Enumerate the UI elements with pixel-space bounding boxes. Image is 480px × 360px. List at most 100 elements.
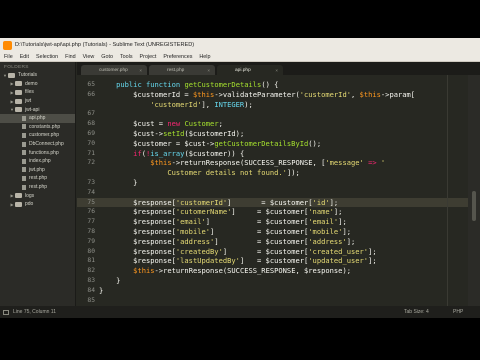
code-token: 'address' xyxy=(308,236,347,246)
code-token: 'message' xyxy=(325,158,364,168)
code-line[interactable]: $response['address'] = $customer['addres… xyxy=(99,237,355,247)
sidebar-file[interactable]: rest.php xyxy=(0,174,75,183)
code-editor[interactable]: 65 66 67 68 69 70 71 72 73 74 75 76 77 78 79 80 81 82 83 84… xyxy=(77,75,468,306)
menu-selection[interactable]: Selection xyxy=(36,54,58,60)
editor-tab[interactable]: api.php × xyxy=(217,65,283,75)
close-icon[interactable]: × xyxy=(139,68,142,73)
code-token: } xyxy=(99,285,104,295)
menu-edit[interactable]: Edit xyxy=(20,54,29,60)
file-icon xyxy=(22,115,26,121)
sidebar-folder[interactable]: ▼ jwt-api xyxy=(0,105,75,114)
menu-tools[interactable]: Tools xyxy=(120,54,133,60)
vertical-scrollbar[interactable] xyxy=(468,75,480,306)
sidebar-item-label: api.php xyxy=(29,115,46,122)
code-line[interactable]: $cust = new Customer; xyxy=(99,119,223,129)
menu-goto[interactable]: Goto xyxy=(101,54,113,60)
sidebar-item-label: customer.php xyxy=(29,132,60,139)
code-line[interactable]: $customer = $cust->getCustomerDetailsByI… xyxy=(99,139,321,149)
code-line[interactable]: } xyxy=(99,286,103,296)
status-bar: Line 75, Column 11 Tab Size: 4 PHP xyxy=(0,306,480,318)
close-icon[interactable]: × xyxy=(275,68,278,73)
tab-label: customer.php xyxy=(99,67,128,73)
code-line[interactable]: if(!is_array($customer)) { xyxy=(99,149,244,159)
sidebar-file[interactable]: jwt.php xyxy=(0,166,75,175)
code-line[interactable]: } xyxy=(99,276,120,286)
code-token: ], xyxy=(201,99,215,109)
code-line[interactable]: $response['customerId'] = $customer['id'… xyxy=(99,198,338,208)
sidebar-file[interactable]: DbConnect.php xyxy=(0,140,75,149)
sidebar-folder[interactable]: ▶ jwt xyxy=(0,97,75,106)
code-line[interactable]: $response['mobile'] = $customer['mobile'… xyxy=(99,227,351,237)
code-token: $customer = $cust-> xyxy=(99,138,215,148)
sidebar-folder[interactable]: ▶ pdo xyxy=(0,200,75,209)
code-token: $this xyxy=(150,158,172,168)
code-token: Customer xyxy=(184,119,219,129)
code-token: $this xyxy=(133,266,155,276)
code-line[interactable]: $response['email'] = $customer['email']; xyxy=(99,217,347,227)
code-line[interactable]: $response['cutomerName'] = $customer['na… xyxy=(99,207,342,217)
code-area[interactable]: public function getCustomerDetails() { $… xyxy=(99,75,467,306)
video-letterbox-top xyxy=(0,0,480,38)
code-line[interactable]: 'customerId'], INTEGER); xyxy=(99,100,253,110)
sidebar-file[interactable]: api.php xyxy=(0,113,75,123)
sidebar-folder[interactable]: ▶ logs xyxy=(0,191,75,200)
code-token: 'email' xyxy=(308,217,339,227)
line-number: 79 xyxy=(87,237,95,245)
code-token: ->returnResponse(SUCCESS_RESPONSE, [ xyxy=(171,158,326,168)
line-number: 74 xyxy=(87,188,95,196)
line-number: 80 xyxy=(87,247,95,255)
menu-project[interactable]: Project xyxy=(140,54,157,60)
syntax-indicator[interactable]: PHP xyxy=(453,309,463,315)
folder-icon xyxy=(15,193,22,199)
folder-icon xyxy=(15,81,22,87)
editor-tab[interactable]: rest.php × xyxy=(149,65,215,75)
sidebar-file[interactable]: constants.php xyxy=(0,123,75,132)
editor-tab[interactable]: customer.php × xyxy=(81,65,147,75)
sidebar-folder[interactable]: ▶ demo xyxy=(0,80,75,89)
code-token: ] = $customer[ xyxy=(214,236,309,246)
code-line[interactable]: $this->returnResponse(SUCCESS_RESPONSE, … xyxy=(99,158,385,168)
file-icon xyxy=(22,167,26,173)
title-bar: D:\Tutorials\jwt-api\api.php (Tutorials)… xyxy=(0,38,480,52)
code-line[interactable]: Customer details not found.']); xyxy=(99,168,299,178)
code-token: ] = $customer[ xyxy=(227,197,313,207)
sidebar-folder[interactable]: ▶ files xyxy=(0,88,75,97)
code-line[interactable]: $response['createdBy'] = $customer['crea… xyxy=(99,246,376,257)
line-number: 73 xyxy=(87,179,95,186)
sidebar-header: FOLDERS xyxy=(4,65,29,70)
close-icon[interactable]: × xyxy=(207,68,210,73)
tab-size-indicator[interactable]: Tab Size: 4 xyxy=(404,309,429,315)
sidebar-file[interactable]: rest.php xyxy=(0,183,75,192)
sidebar-file[interactable]: functions.php xyxy=(0,148,75,157)
menu-help[interactable]: Help xyxy=(199,54,210,60)
sidebar-item-label: constants.php xyxy=(29,123,61,130)
code-line[interactable]: $customerId = $this->validateParameter('… xyxy=(99,90,415,100)
sidebar-file[interactable]: customer.php xyxy=(0,131,75,140)
code-line[interactable]: } xyxy=(99,178,137,188)
window-title: D:\Tutorials\jwt-api\api.php (Tutorials)… xyxy=(15,42,195,48)
panel-toggle-icon[interactable] xyxy=(3,309,9,315)
code-token: new xyxy=(167,119,181,129)
sidebar-item-label: rest.php xyxy=(29,175,48,182)
folder-icon xyxy=(15,201,22,207)
menu-view[interactable]: View xyxy=(83,54,95,60)
scrollbar-thumb[interactable] xyxy=(472,191,476,221)
sidebar-folder[interactable]: ▼ Tutorials xyxy=(0,71,75,80)
code-token: getCustomerDetails xyxy=(184,80,262,89)
menu-file[interactable]: File xyxy=(4,54,13,60)
file-icon xyxy=(22,124,26,130)
code-token: $response[ xyxy=(99,246,176,256)
code-line[interactable]: public function getCustomerDetails() { xyxy=(99,80,278,90)
code-line[interactable]: $cust->setId($customerId); xyxy=(99,129,244,139)
line-number: 85 xyxy=(87,296,95,304)
menu-find[interactable]: Find xyxy=(65,54,76,60)
code-token: $response[ xyxy=(99,207,176,217)
code-token: 'cutomerName' xyxy=(175,207,232,217)
code-line[interactable]: $this->returnResponse(SUCCESS_RESPONSE, … xyxy=(99,266,351,276)
menu-preferences[interactable]: Preferences xyxy=(163,54,192,60)
sidebar-file[interactable]: index.php xyxy=(0,157,75,166)
line-number: 77 xyxy=(87,218,95,226)
code-line[interactable]: $response['lastUpdatedBy'] = $customer['… xyxy=(99,256,376,266)
line-number-gutter: 65 66 67 68 69 70 71 72 73 74 75 76 77 78 79 80 81 82 83 84… xyxy=(77,75,97,306)
